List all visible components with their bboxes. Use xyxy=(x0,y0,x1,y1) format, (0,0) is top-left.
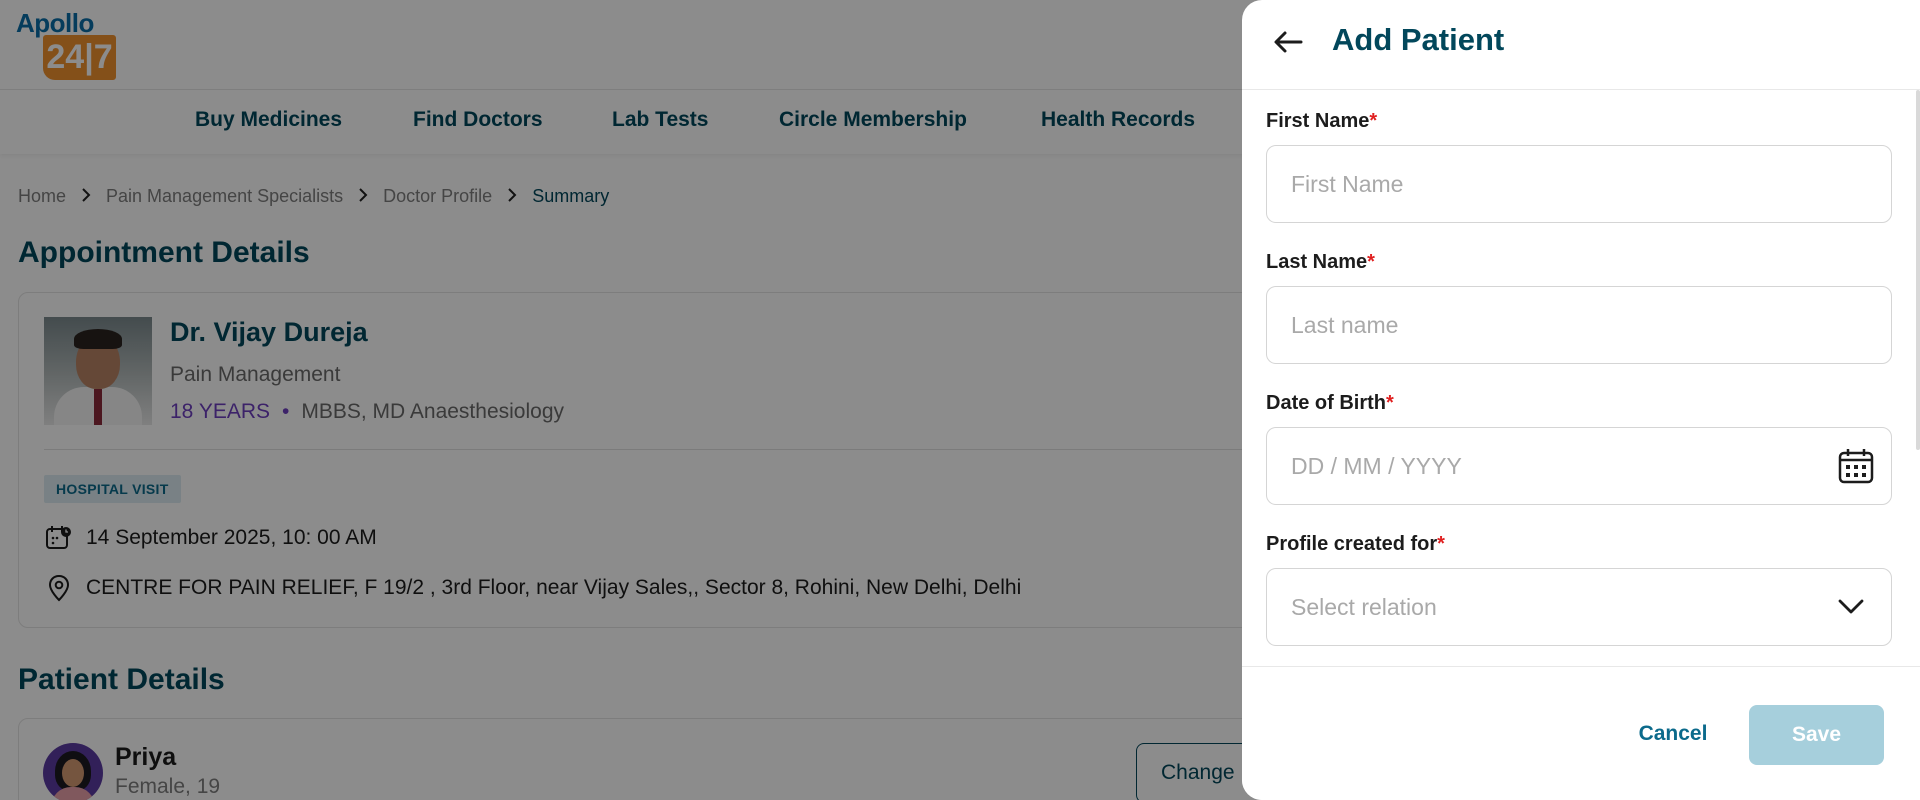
scrollbar[interactable] xyxy=(1916,90,1920,450)
last-name-label: Last Name* xyxy=(1266,251,1375,274)
relation-select-placeholder: Select relation xyxy=(1291,594,1437,620)
required-mark: * xyxy=(1386,392,1394,414)
first-name-field[interactable] xyxy=(1266,145,1892,223)
relation-select[interactable]: Select relation xyxy=(1266,568,1892,646)
relation-label: Profile created for* xyxy=(1266,533,1445,556)
drawer-header: Add Patient xyxy=(1242,0,1920,90)
first-name-label: First Name* xyxy=(1266,110,1377,133)
cancel-button[interactable]: Cancel xyxy=(1613,705,1733,763)
drawer-footer: Cancel Save xyxy=(1242,666,1920,800)
calendar-icon[interactable] xyxy=(1836,446,1876,486)
relation-label-text: Profile created for xyxy=(1266,533,1438,555)
last-name-field[interactable] xyxy=(1266,286,1892,364)
required-mark: * xyxy=(1369,110,1378,132)
last-name-label-text: Last Name xyxy=(1266,251,1368,273)
dob-field[interactable] xyxy=(1266,427,1892,505)
back-arrow-icon[interactable] xyxy=(1268,22,1308,62)
dob-label-text: Date of Birth xyxy=(1266,392,1386,414)
save-button[interactable]: Save xyxy=(1749,705,1884,765)
drawer-title: Add Patient xyxy=(1332,22,1505,57)
required-mark: * xyxy=(1367,251,1375,273)
dob-label: Date of Birth* xyxy=(1266,392,1394,415)
required-mark: * xyxy=(1437,533,1445,555)
chevron-down-icon xyxy=(1831,587,1871,627)
add-patient-drawer: Add Patient First Name* Last Name* Date … xyxy=(1242,0,1920,800)
first-name-label-text: First Name xyxy=(1266,110,1370,132)
